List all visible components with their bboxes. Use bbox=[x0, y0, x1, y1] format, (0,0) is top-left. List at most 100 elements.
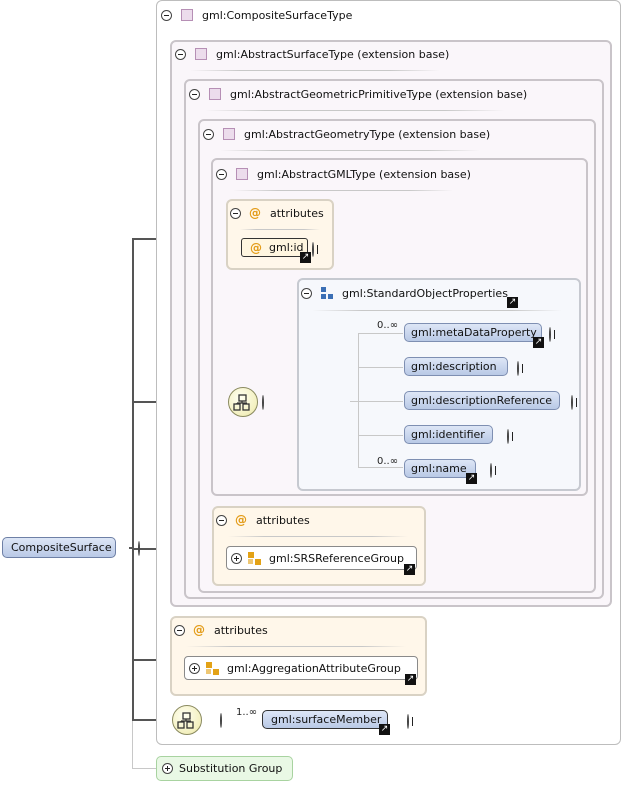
header-separator bbox=[312, 310, 562, 311]
bracket-branch bbox=[358, 435, 403, 436]
header-separator bbox=[240, 229, 320, 230]
element-label: gml:metaDataProperty bbox=[411, 326, 537, 339]
root-element-composite-surface[interactable]: CompositeSurface bbox=[2, 537, 116, 558]
attribute-icon: @ bbox=[193, 623, 205, 637]
header-separator bbox=[233, 190, 453, 191]
group-label: gml:SRSReferenceGroup bbox=[269, 551, 404, 565]
type-label: gml:CompositeSurfaceType bbox=[202, 8, 353, 22]
collapse-toggle-icon[interactable] bbox=[262, 395, 264, 410]
collapse-toggle-icon[interactable] bbox=[301, 287, 312, 299]
type-label: gml:AbstractGeometryType (extension base… bbox=[244, 127, 491, 141]
header-separator bbox=[186, 646, 406, 647]
element-description-reference[interactable]: gml:descriptionReference bbox=[404, 391, 560, 410]
bracket-branch bbox=[358, 367, 403, 368]
link-icon[interactable]: ↗ bbox=[466, 473, 477, 484]
collapse-toggle-icon[interactable] bbox=[216, 168, 227, 180]
expand-toggle-icon[interactable] bbox=[189, 662, 200, 674]
complex-type-icon bbox=[209, 88, 221, 100]
complex-type-icon bbox=[195, 48, 207, 60]
expand-toggle-icon[interactable] bbox=[231, 552, 242, 564]
bracket-join bbox=[350, 401, 359, 402]
element-identifier[interactable]: gml:identifier bbox=[404, 425, 493, 444]
header-separator bbox=[220, 150, 480, 151]
collapse-toggle-icon[interactable] bbox=[203, 128, 214, 140]
attributes-header: @ attributes bbox=[230, 205, 324, 221]
group-label: gml:StandardObjectProperties bbox=[342, 286, 508, 300]
complex-type-icon bbox=[181, 9, 193, 21]
bracket-bottom bbox=[358, 467, 403, 468]
element-surface-member[interactable]: gml:surfaceMember bbox=[262, 710, 388, 729]
complex-type-icon bbox=[236, 168, 248, 180]
substitution-group-label: Substitution Group bbox=[179, 762, 283, 775]
abstract-geometry-type-header: gml:AbstractGeometryType (extension base… bbox=[203, 126, 490, 142]
link-icon[interactable]: ↗ bbox=[405, 674, 416, 685]
element-label: gml:description bbox=[411, 360, 497, 373]
complex-type-icon bbox=[223, 128, 235, 140]
abstract-surface-type-header: gml:AbstractSurfaceType (extension base) bbox=[175, 46, 449, 62]
element-label: gml:descriptionReference bbox=[411, 394, 553, 407]
header-separator bbox=[190, 70, 440, 71]
composite-surface-type-header: gml:CompositeSurfaceType bbox=[161, 7, 352, 23]
expand-toggle-icon[interactable] bbox=[507, 429, 509, 444]
sequence-compositor-icon[interactable] bbox=[228, 387, 258, 417]
collapse-toggle-icon[interactable] bbox=[174, 624, 185, 636]
link-icon[interactable]: ↗ bbox=[379, 724, 390, 735]
substitution-group-box[interactable]: Substitution Group bbox=[156, 756, 293, 781]
attribute-icon: @ bbox=[250, 240, 262, 255]
attributes-header: @ attributes bbox=[216, 512, 310, 528]
expand-toggle-icon[interactable] bbox=[312, 242, 314, 257]
collapse-toggle-icon[interactable] bbox=[161, 9, 172, 21]
group-label: gml:AggregationAttributeGroup bbox=[227, 661, 401, 675]
sequence-compositor-icon[interactable] bbox=[172, 705, 202, 735]
srs-reference-group[interactable]: gml:SRSReferenceGroup bbox=[226, 546, 417, 570]
expand-toggle-icon[interactable] bbox=[571, 395, 573, 410]
abstract-gml-type-header: gml:AbstractGMLType (extension base) bbox=[216, 166, 471, 182]
attribute-icon: @ bbox=[249, 206, 261, 220]
element-label: gml:identifier bbox=[411, 428, 485, 441]
collapse-toggle-icon[interactable] bbox=[175, 48, 186, 60]
element-description[interactable]: gml:description bbox=[404, 357, 508, 376]
attribute-group-icon bbox=[248, 551, 261, 565]
aggregation-attribute-group[interactable]: gml:AggregationAttributeGroup bbox=[184, 656, 418, 680]
header-separator bbox=[205, 110, 505, 111]
attributes-header: @ attributes bbox=[174, 622, 268, 638]
expand-toggle-icon[interactable] bbox=[162, 763, 173, 774]
element-label: gml:surfaceMember bbox=[271, 713, 382, 726]
bracket-top bbox=[358, 333, 403, 334]
collapse-toggle-icon[interactable] bbox=[220, 713, 222, 728]
collapse-toggle-icon[interactable] bbox=[216, 514, 227, 526]
expand-toggle-icon[interactable] bbox=[517, 361, 519, 376]
occurrence-label: 1..∞ bbox=[236, 707, 258, 718]
occurrence-label: 0..∞ bbox=[377, 320, 399, 331]
link-icon[interactable]: ↗ bbox=[404, 564, 415, 575]
gml-id-label: gml:id bbox=[269, 241, 304, 254]
link-icon[interactable]: ↗ bbox=[507, 297, 518, 308]
substitution-connector-h bbox=[132, 768, 156, 769]
attributes-label: attributes bbox=[214, 623, 268, 637]
attributes-label: attributes bbox=[256, 513, 310, 527]
expand-toggle-icon[interactable] bbox=[407, 714, 409, 729]
type-label: gml:AbstractSurfaceType (extension base) bbox=[216, 47, 450, 61]
main-vertical-connector bbox=[132, 238, 134, 720]
link-icon[interactable]: ↗ bbox=[300, 252, 311, 263]
expand-toggle-icon[interactable] bbox=[490, 463, 492, 478]
bracket-branch bbox=[358, 401, 403, 402]
collapse-toggle-icon[interactable] bbox=[138, 541, 140, 556]
collapse-toggle-icon[interactable] bbox=[230, 207, 241, 219]
attribute-group-icon bbox=[206, 661, 219, 675]
group-icon bbox=[321, 286, 334, 300]
collapse-toggle-icon[interactable] bbox=[189, 88, 200, 100]
occurrence-label: 0..∞ bbox=[377, 456, 399, 467]
header-separator bbox=[228, 536, 408, 537]
root-label: CompositeSurface bbox=[11, 541, 112, 554]
expand-toggle-icon[interactable] bbox=[549, 327, 551, 342]
type-label: gml:AbstractGMLType (extension base) bbox=[257, 167, 471, 181]
type-label: gml:AbstractGeometricPrimitiveType (exte… bbox=[230, 87, 528, 101]
abstract-geometric-primitive-type-header: gml:AbstractGeometricPrimitiveType (exte… bbox=[189, 86, 527, 102]
element-meta-data-property[interactable]: gml:metaDataProperty bbox=[404, 323, 542, 342]
link-icon[interactable]: ↗ bbox=[533, 337, 544, 348]
element-label: gml:name bbox=[411, 462, 467, 475]
gml-id-attribute[interactable]: @ gml:id bbox=[241, 238, 308, 257]
attributes-label: attributes bbox=[270, 206, 324, 220]
attribute-icon: @ bbox=[235, 513, 247, 527]
